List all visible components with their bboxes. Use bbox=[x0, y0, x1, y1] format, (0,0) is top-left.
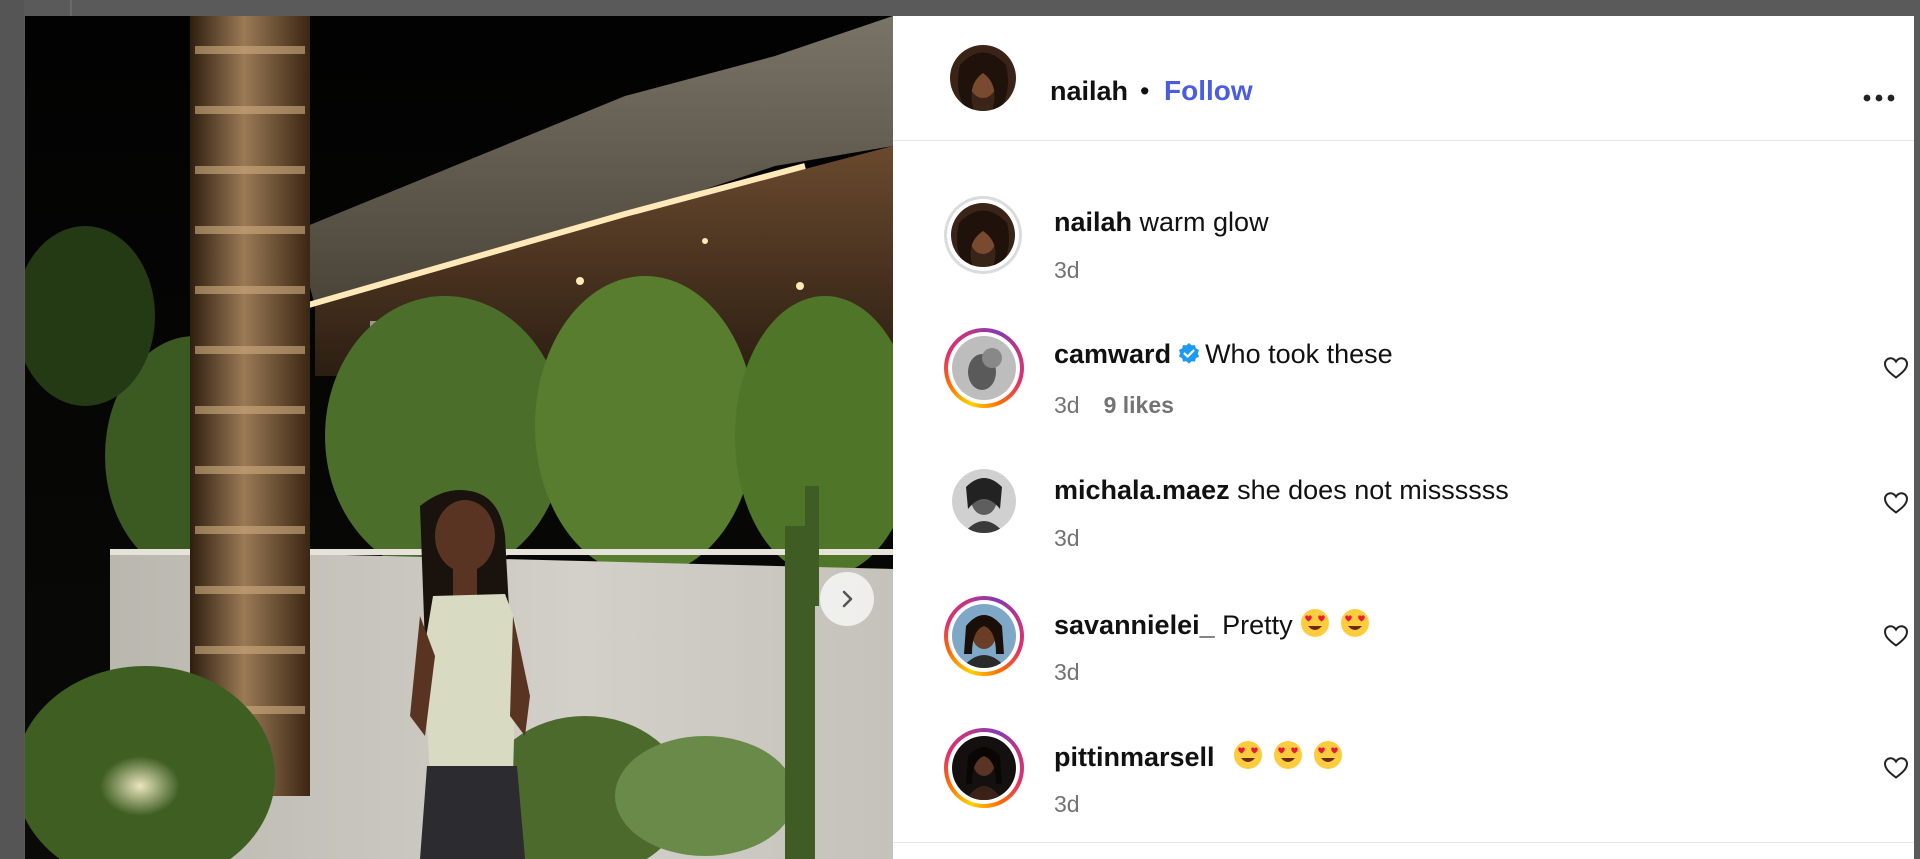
comment-time[interactable]: 3d bbox=[1054, 257, 1080, 283]
comment-username[interactable]: camward bbox=[1054, 339, 1171, 369]
post-header: nailah • Follow bbox=[893, 16, 1914, 141]
comment-item: pittinmarsell 3d bbox=[893, 728, 1914, 818]
page-backdrop bbox=[0, 0, 24, 859]
avatar-image bbox=[952, 736, 1016, 800]
photo-illustration bbox=[25, 16, 893, 859]
heart-eyes-emoji bbox=[1234, 741, 1263, 769]
comment-avatar[interactable] bbox=[944, 328, 1024, 408]
heart-outline-icon[interactable] bbox=[1883, 756, 1909, 780]
comment-text: she does not missssss bbox=[1237, 475, 1509, 505]
heart-outline-icon[interactable] bbox=[1883, 624, 1909, 648]
comment-text-line: camward Who took these bbox=[1054, 339, 1393, 370]
verified-badge-icon bbox=[1179, 343, 1200, 364]
post-author-username[interactable]: nailah bbox=[1050, 76, 1128, 107]
avatar-image bbox=[951, 203, 1015, 267]
comment-text-line: michala.maez she does not missssss bbox=[1054, 475, 1509, 506]
follow-button[interactable]: Follow bbox=[1164, 75, 1253, 107]
comment-item: savannielei_ Pretty 3d bbox=[893, 596, 1914, 686]
backdrop-divider bbox=[70, 0, 72, 16]
next-photo-button[interactable] bbox=[820, 572, 874, 626]
comments-divider bbox=[893, 842, 1914, 843]
comment-time[interactable]: 3d bbox=[1054, 791, 1080, 817]
comment-username[interactable]: nailah bbox=[1054, 207, 1132, 237]
post-author-avatar[interactable] bbox=[950, 45, 1016, 111]
comment-avatar[interactable] bbox=[952, 469, 1016, 533]
post-photo[interactable] bbox=[25, 16, 893, 859]
heart-outline-icon[interactable] bbox=[1883, 491, 1909, 515]
heart-eyes-emoji bbox=[1340, 609, 1369, 637]
caption-avatar[interactable] bbox=[944, 196, 1022, 274]
header-separator: • bbox=[1140, 76, 1150, 106]
post-side-panel: nailah • Follow nailah warm glow 3d camw… bbox=[893, 16, 1914, 859]
comment-avatar[interactable] bbox=[944, 728, 1024, 808]
comment-meta: 3d bbox=[1054, 659, 1080, 686]
comment-likes[interactable]: 9 likes bbox=[1104, 392, 1174, 418]
comment-item: michala.maez she does not missssss 3d bbox=[893, 464, 1914, 554]
comment-text: Who took these bbox=[1205, 339, 1393, 369]
comment-avatar[interactable] bbox=[944, 596, 1024, 676]
comment-text-line: pittinmarsell bbox=[1054, 739, 1344, 773]
avatar-image bbox=[950, 45, 1016, 111]
comment-text: warm glow bbox=[1139, 207, 1269, 237]
heart-eyes-emoji bbox=[1274, 741, 1303, 769]
comment-time[interactable]: 3d bbox=[1054, 525, 1080, 551]
comment-time[interactable]: 3d bbox=[1054, 392, 1080, 418]
comment-username[interactable]: pittinmarsell bbox=[1054, 742, 1215, 772]
comment-meta: 3d bbox=[1054, 525, 1080, 552]
comment-text: Pretty bbox=[1222, 610, 1293, 640]
avatar-image bbox=[952, 469, 1016, 533]
comment-meta: 3d bbox=[1054, 791, 1080, 818]
heart-outline-icon[interactable] bbox=[1883, 356, 1909, 380]
comment-meta: 3d 9 likes bbox=[1054, 392, 1174, 419]
comment-time[interactable]: 3d bbox=[1054, 659, 1080, 685]
comment-text-line: nailah warm glow bbox=[1054, 207, 1269, 238]
more-options-icon[interactable] bbox=[1859, 91, 1899, 105]
avatar-image bbox=[952, 604, 1016, 668]
post-modal: nailah • Follow nailah warm glow 3d camw… bbox=[25, 16, 1914, 859]
heart-eyes-emoji bbox=[1314, 741, 1343, 769]
avatar-image bbox=[952, 336, 1016, 400]
comment-text-line: savannielei_ Pretty bbox=[1054, 607, 1371, 641]
comment-username[interactable]: michala.maez bbox=[1054, 475, 1230, 505]
comment-username[interactable]: savannielei_ bbox=[1054, 610, 1215, 640]
caption: nailah warm glow 3d bbox=[893, 196, 1914, 286]
comment-meta: 3d bbox=[1054, 257, 1080, 284]
heart-eyes-emoji bbox=[1300, 609, 1329, 637]
comment-item: camward Who took these 3d 9 likes bbox=[893, 328, 1914, 418]
chevron-right-icon bbox=[842, 590, 853, 608]
